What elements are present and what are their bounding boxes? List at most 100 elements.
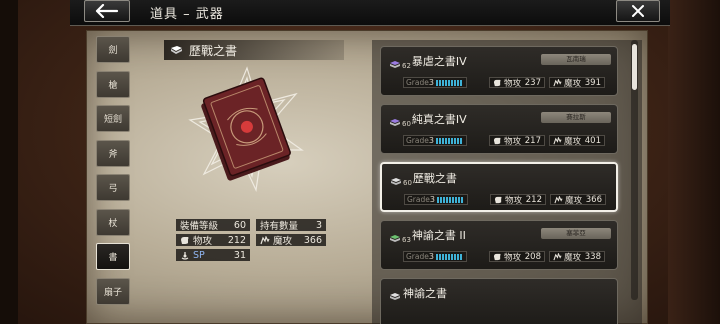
- grade-value: 3: [428, 252, 434, 261]
- magic-hand-icon: [553, 136, 562, 144]
- item-card[interactable]: 62 暴虐之書IV 瓦南瑞 Grade 3 物攻 237 魔攻 391: [380, 46, 618, 96]
- grade-bar: [435, 137, 462, 144]
- tab-1[interactable]: 槍: [96, 70, 130, 98]
- item-character-tag: 塞菲亞: [541, 228, 611, 239]
- grade-label: Grade: [406, 252, 429, 261]
- sp-label: SP: [193, 249, 205, 261]
- item-name-row: 神諭之書: [389, 285, 447, 301]
- tab-6[interactable]: 書: [96, 243, 130, 270]
- grade-pip: [439, 196, 442, 203]
- phys-attack-label: 物攻: [193, 236, 213, 247]
- item-name: 神諭之書 II: [411, 229, 466, 242]
- grade-label: Grade: [406, 78, 429, 87]
- sp-value: 31: [233, 249, 246, 261]
- grade-bar: [435, 253, 462, 260]
- item-card[interactable]: 63 神諭之書 II 塞菲亞 Grade 3 物攻 208 魔攻 338: [380, 220, 618, 270]
- item-name: 暴虐之書IV: [411, 55, 467, 68]
- book-artwork: [188, 66, 304, 193]
- detail-item-name: 歷戰之書: [189, 43, 238, 58]
- magic-value: 401: [584, 135, 601, 146]
- grade-pip: [441, 137, 444, 144]
- grade-pip: [457, 196, 460, 203]
- grade-pip: [435, 79, 438, 86]
- grade-pip: [460, 196, 463, 203]
- app-root: 道具 – 武器 劍槍短劍斧弓杖書扇子 歷戰之書 裝備等級 60 持有數量 3 物…: [0, 0, 720, 324]
- item-list[interactable]: 62 暴虐之書IV 瓦南瑞 Grade 3 物攻 237 魔攻 391 60 純…: [372, 40, 642, 324]
- grade-pip: [447, 79, 450, 86]
- grade-pip: [459, 137, 462, 144]
- grade-bar: [435, 79, 462, 86]
- item-name: 神諭之書: [403, 287, 447, 300]
- phys-attack-value: 212: [227, 234, 246, 246]
- grade-label: Grade: [407, 195, 430, 204]
- item-name: 純真之書IV: [411, 113, 467, 126]
- tab-2[interactable]: 短劍: [96, 105, 130, 132]
- category-tabs: 劍槍短劍斧弓杖書扇子: [96, 36, 132, 312]
- back-button[interactable]: [84, 0, 130, 22]
- grade-pip: [456, 79, 459, 86]
- grade-pip: [444, 79, 447, 86]
- grade-bar: [436, 196, 463, 203]
- magic-hand-icon: [553, 78, 562, 86]
- item-phys-attack: 物攻 208: [489, 251, 545, 263]
- tab-4[interactable]: 弓: [96, 174, 130, 201]
- item-name-row: 63 神諭之書 II: [389, 227, 466, 244]
- magic-attack-value: 366: [303, 234, 322, 246]
- item-card[interactable]: 60 純真之書IV 賽拉斯 Grade 3 物攻 217 魔攻 401: [380, 104, 618, 154]
- grade-pip: [447, 137, 450, 144]
- equip-level-value: 60: [233, 219, 246, 231]
- item-grade: Grade 3: [403, 135, 467, 146]
- item-phys-attack: 物攻 217: [489, 135, 545, 147]
- grade-pip: [441, 79, 444, 86]
- fist-icon: [493, 79, 501, 86]
- phys-label: 物攻: [504, 136, 522, 147]
- fist-icon: [494, 196, 502, 203]
- grade-pip: [453, 79, 456, 86]
- item-card[interactable]: 神諭之書: [380, 278, 618, 324]
- tab-5[interactable]: 杖: [96, 208, 130, 236]
- grade-value: 3: [428, 78, 434, 87]
- grade-pip: [444, 253, 447, 260]
- fist-icon: [181, 236, 189, 244]
- item-level: 60: [402, 120, 411, 128]
- item-character-tag: 瓦南瑞: [541, 54, 611, 65]
- grade-pip: [438, 253, 441, 260]
- grade-pip: [445, 196, 448, 203]
- close-button[interactable]: [616, 0, 660, 22]
- scrollbar-thumb[interactable]: [632, 44, 637, 90]
- item-magic-attack: 魔攻 391: [549, 77, 605, 89]
- item-level: 60: [403, 179, 412, 187]
- item-card[interactable]: 60 歷戰之書 Grade 3 物攻 212 魔攻 366: [380, 162, 618, 212]
- book-icon: [391, 178, 401, 185]
- item-phys-attack: 物攻 212: [490, 194, 546, 206]
- book-icon: [390, 61, 400, 68]
- grade-pip: [453, 137, 456, 144]
- phys-value: 237: [524, 77, 541, 88]
- magic-hand-icon: [554, 195, 563, 203]
- grade-pip: [435, 137, 438, 144]
- magic-value: 338: [584, 251, 601, 262]
- item-name: 歷戰之書: [412, 172, 457, 185]
- item-magic-attack: 魔攻 338: [549, 251, 605, 263]
- grade-pip: [441, 253, 444, 260]
- item-magic-attack: 魔攻 401: [549, 135, 605, 147]
- book-icon: [390, 235, 400, 242]
- equip-level-label: 裝備等級: [180, 221, 219, 232]
- tab-3[interactable]: 斧: [96, 139, 130, 167]
- owned-count-value: 3: [315, 219, 322, 231]
- grade-pip: [459, 253, 462, 260]
- equip-level-row: 裝備等級 60: [176, 219, 250, 232]
- phys-label: 物攻: [504, 78, 522, 89]
- item-phys-attack: 物攻 237: [489, 77, 545, 89]
- tab-0[interactable]: 劍: [96, 36, 130, 63]
- grade-value: 3: [429, 195, 435, 204]
- tab-7[interactable]: 扇子: [96, 277, 130, 305]
- item-name-row: 62 暴虐之書IV: [389, 53, 467, 70]
- magic-label: 魔攻: [564, 252, 582, 263]
- magic-label: 魔攻: [564, 136, 582, 147]
- grade-pip: [435, 253, 438, 260]
- phys-attack-row: 物攻 212: [176, 234, 250, 247]
- close-icon: [632, 5, 644, 17]
- phys-value: 212: [525, 194, 542, 205]
- grade-pip: [451, 196, 454, 203]
